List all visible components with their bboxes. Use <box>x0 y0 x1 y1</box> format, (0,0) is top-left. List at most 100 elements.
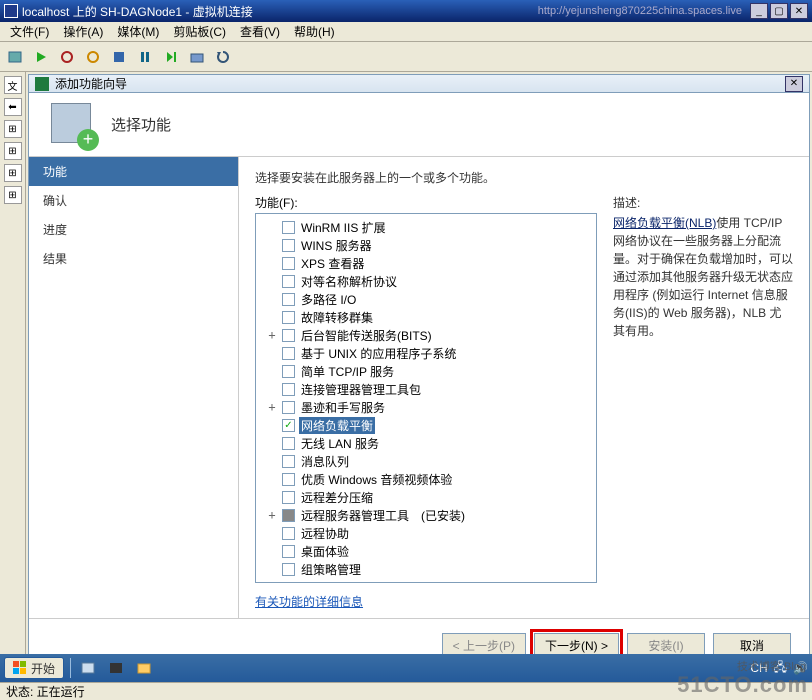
taskbar-cmd-icon[interactable] <box>105 657 127 679</box>
vm-icon <box>4 4 18 18</box>
maximize-button[interactable]: ▢ <box>770 3 788 19</box>
feature-item[interactable]: 消息队列 <box>258 452 594 470</box>
feature-label: 组策略管理 <box>299 561 363 578</box>
vm-menubar: 文件(F) 操作(A) 媒体(M) 剪贴板(C) 查看(V) 帮助(H) <box>0 22 812 42</box>
save-icon[interactable] <box>108 46 130 68</box>
vm-toolbar <box>0 42 812 72</box>
feature-item[interactable]: + 远程服务器管理工具 (已安装) <box>258 506 594 524</box>
feature-item[interactable]: 基于 UNIX 的应用程序子系统 <box>258 344 594 362</box>
feature-checkbox[interactable] <box>282 419 295 432</box>
minimize-button[interactable]: _ <box>750 3 768 19</box>
features-tree[interactable]: WinRM IIS 扩展WINS 服务器XPS 查看器对等名称解析协议多路径 I… <box>255 213 597 583</box>
taskbar-server-manager-icon[interactable] <box>77 657 99 679</box>
expand-icon[interactable]: + <box>266 508 278 522</box>
expand-icon[interactable]: + <box>266 328 278 342</box>
feature-label: 远程服务器管理工具 (已安装) <box>299 507 467 524</box>
feature-checkbox[interactable] <box>282 437 295 450</box>
feature-checkbox[interactable] <box>282 545 295 558</box>
feature-label: 远程协助 <box>299 525 351 542</box>
menu-help[interactable]: 帮助(H) <box>288 21 341 42</box>
wizard-header-icon: + <box>49 101 97 149</box>
description-link[interactable]: 网络负载平衡(NLB) <box>613 216 716 230</box>
pause-icon[interactable] <box>134 46 156 68</box>
feature-label: 桌面体验 <box>299 543 351 560</box>
menu-action[interactable]: 操作(A) <box>57 21 109 42</box>
start-vm-icon[interactable] <box>30 46 52 68</box>
feature-checkbox[interactable] <box>282 365 295 378</box>
feature-label: 优质 Windows 音频视频体验 <box>299 471 454 488</box>
nav-results[interactable]: 结果 <box>29 244 238 273</box>
feature-label: 多路径 I/O <box>299 291 358 308</box>
feature-label: 简单 TCP/IP 服务 <box>299 363 396 380</box>
strip-back-icon[interactable]: ⬅ <box>4 98 22 116</box>
ctrl-alt-del-icon[interactable] <box>4 46 26 68</box>
feature-checkbox[interactable] <box>282 527 295 540</box>
feature-item[interactable]: 无线 LAN 服务 <box>258 434 594 452</box>
description-heading: 描述: <box>613 194 793 212</box>
taskbar-explorer-icon[interactable] <box>133 657 155 679</box>
start-button[interactable]: 开始 <box>4 657 64 679</box>
menu-media[interactable]: 媒体(M) <box>111 21 165 42</box>
feature-label: 消息队列 <box>299 453 351 470</box>
feature-checkbox[interactable] <box>282 239 295 252</box>
feature-label: 远程差分压缩 <box>299 489 375 506</box>
feature-checkbox[interactable] <box>282 455 295 468</box>
menu-clip[interactable]: 剪贴板(C) <box>167 21 232 42</box>
feature-checkbox[interactable] <box>282 257 295 270</box>
description-body: 使用 TCP/IP 网络协议在一些服务器上分配流量。对于确保在负载增加时，可以通… <box>613 216 793 338</box>
vm-titlebar: localhost 上的 SH-DAGNode1 - 虚拟机连接 http://… <box>0 0 812 22</box>
feature-item[interactable]: +后台智能传送服务(BITS) <box>258 326 594 344</box>
expand-icon[interactable]: + <box>266 400 278 414</box>
feature-checkbox[interactable] <box>282 275 295 288</box>
menu-file[interactable]: 文件(F) <box>4 21 55 42</box>
revert-icon[interactable] <box>212 46 234 68</box>
add-features-wizard: 添加功能向导 ✕ + 选择功能 功能 确认 进度 结果 选择要安装在此服务器上的… <box>28 74 810 672</box>
nav-confirm[interactable]: 确认 <box>29 186 238 215</box>
feature-item[interactable]: 多路径 I/O <box>258 290 594 308</box>
feature-checkbox[interactable] <box>282 491 295 504</box>
strip-item[interactable]: 文 <box>4 76 22 94</box>
feature-item[interactable]: 远程差分压缩 <box>258 488 594 506</box>
feature-item[interactable]: WINS 服务器 <box>258 236 594 254</box>
feature-item[interactable]: 桌面体验 <box>258 542 594 560</box>
nav-features[interactable]: 功能 <box>29 157 238 186</box>
feature-item[interactable]: 连接管理器管理工具包 <box>258 380 594 398</box>
feature-checkbox[interactable] <box>282 221 295 234</box>
feature-checkbox[interactable] <box>282 473 295 486</box>
feature-checkbox[interactable] <box>282 563 295 576</box>
feature-checkbox[interactable] <box>282 329 295 342</box>
feature-checkbox[interactable] <box>282 347 295 360</box>
strip-expand-icon[interactable]: ⊞ <box>4 186 22 204</box>
menu-view[interactable]: 查看(V) <box>234 21 286 42</box>
feature-item[interactable]: XPS 查看器 <box>258 254 594 272</box>
feature-item[interactable]: 网络负载平衡 <box>258 416 594 434</box>
features-label: 功能(F): <box>255 194 597 211</box>
feature-item[interactable]: 远程协助 <box>258 524 594 542</box>
feature-label: 对等名称解析协议 <box>299 273 399 290</box>
feature-item[interactable]: WinRM IIS 扩展 <box>258 218 594 236</box>
feature-item[interactable]: 简单 TCP/IP 服务 <box>258 362 594 380</box>
nav-progress[interactable]: 进度 <box>29 215 238 244</box>
feature-item[interactable]: 故障转移群集 <box>258 308 594 326</box>
strip-expand-icon[interactable]: ⊞ <box>4 142 22 160</box>
snapshot-icon[interactable] <box>186 46 208 68</box>
feature-item[interactable]: 优质 Windows 音频视频体验 <box>258 470 594 488</box>
wizard-titlebar: 添加功能向导 ✕ <box>29 75 809 93</box>
feature-checkbox[interactable] <box>282 311 295 324</box>
feature-checkbox[interactable] <box>282 383 295 396</box>
strip-expand-icon[interactable]: ⊞ <box>4 164 22 182</box>
feature-checkbox[interactable] <box>282 401 295 414</box>
feature-checkbox[interactable] <box>282 509 295 522</box>
feature-item[interactable]: 组策略管理 <box>258 560 594 578</box>
turnoff-icon[interactable] <box>56 46 78 68</box>
reset-icon[interactable] <box>160 46 182 68</box>
close-button[interactable]: ✕ <box>790 3 808 19</box>
feature-item[interactable]: +墨迹和手写服务 <box>258 398 594 416</box>
details-link[interactable]: 有关功能的详细信息 <box>255 595 363 609</box>
shutdown-icon[interactable] <box>82 46 104 68</box>
description-panel: 描述: 网络负载平衡(NLB)使用 TCP/IP 网络协议在一些服务器上分配流量… <box>613 194 793 610</box>
feature-checkbox[interactable] <box>282 293 295 306</box>
feature-item[interactable]: 对等名称解析协议 <box>258 272 594 290</box>
wizard-close-button[interactable]: ✕ <box>785 76 803 92</box>
strip-expand-icon[interactable]: ⊞ <box>4 120 22 138</box>
